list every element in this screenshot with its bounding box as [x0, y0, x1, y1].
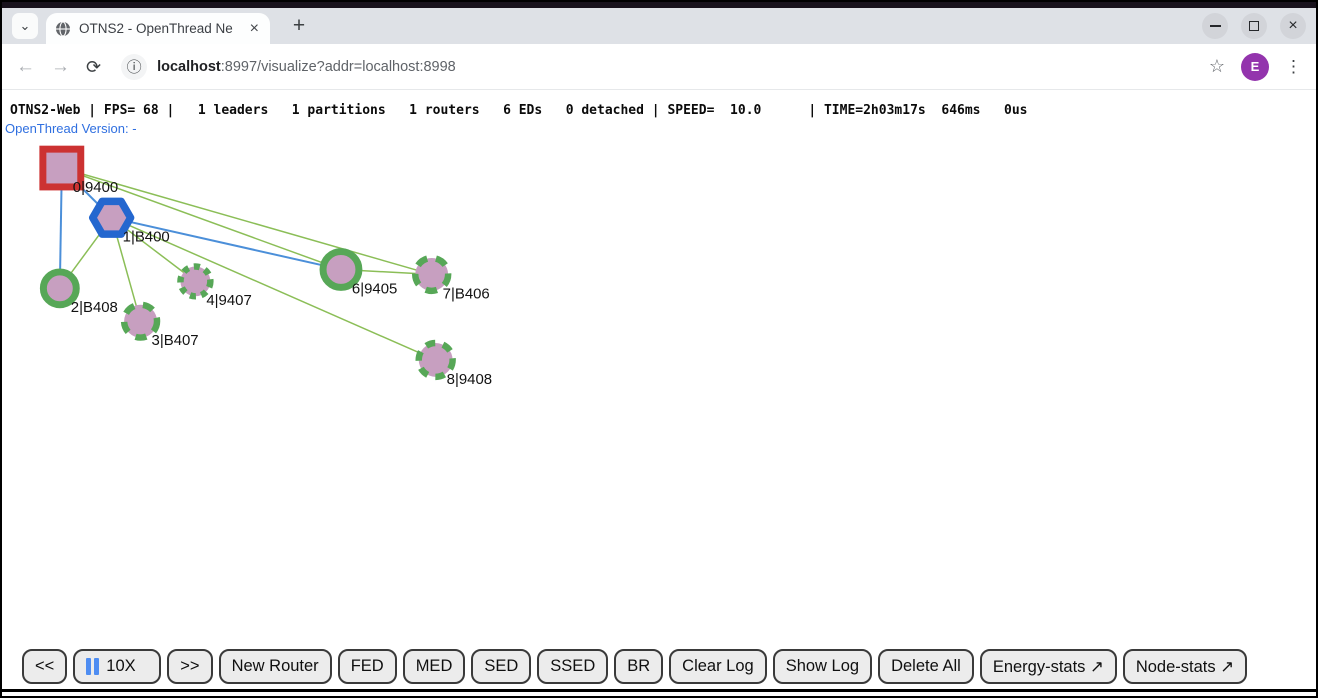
toolbar-button-label: Energy-stats ↗: [993, 657, 1104, 677]
simulation-status-line: OTNS2-Web | FPS= 68 | 1 leaders 1 partit…: [2, 90, 1316, 119]
close-window-button[interactable]: ×: [1280, 13, 1306, 39]
browser-window: ⌄ OTNS2 - OpenThread Ne × + × ← → ⟳ ⓘ lo…: [0, 0, 1318, 698]
profile-avatar[interactable]: E: [1241, 53, 1269, 81]
forward-button[interactable]: →: [51, 57, 70, 76]
bookmark-star-icon[interactable]: ☆: [1209, 56, 1225, 77]
clear-log-button[interactable]: Clear Log: [669, 649, 767, 684]
bottom-divider: [2, 689, 1316, 692]
toolbar-button-label: <<: [35, 657, 54, 676]
node-4[interactable]: [180, 266, 210, 296]
node-7[interactable]: [415, 258, 448, 291]
reload-button[interactable]: ⟳: [86, 58, 101, 76]
url-text[interactable]: localhost:8997/visualize?addr=localhost:…: [157, 59, 456, 75]
globe-icon: [55, 21, 71, 37]
node-3[interactable]: [124, 305, 157, 338]
energy-stats-button[interactable]: Energy-stats ↗: [980, 649, 1117, 684]
openthread-version-link[interactable]: OpenThread Version: -: [2, 119, 137, 136]
toolbar-button-label: Node-stats ↗: [1136, 657, 1234, 677]
speed-button[interactable]: 10X: [73, 649, 161, 684]
browser-menu-icon[interactable]: ⋮: [1285, 57, 1302, 77]
page-content: OTNS2-Web | FPS= 68 | 1 leaders 1 partit…: [2, 90, 1316, 697]
pause-icon: [86, 658, 99, 675]
show-log-button[interactable]: Show Log: [773, 649, 872, 684]
new-router-button[interactable]: New Router: [219, 649, 332, 684]
url-host: localhost: [157, 59, 221, 75]
br-button[interactable]: BR: [614, 649, 663, 684]
chevron-down-icon: ⌄: [20, 18, 31, 34]
url-path: :8997/visualize?addr=localhost:8998: [221, 59, 456, 75]
toolbar-button-label: >>: [180, 657, 199, 676]
node-0[interactable]: [43, 149, 81, 187]
sed-button[interactable]: SED: [471, 649, 531, 684]
toolbar-button-label: Delete All: [891, 657, 961, 676]
address-bar[interactable]: ⓘ localhost:8997/visualize?addr=localhos…: [117, 54, 1193, 80]
toolbar-button-label: Clear Log: [682, 657, 754, 676]
tab-search-button[interactable]: ⌄: [12, 13, 38, 39]
tab-otns2[interactable]: OTNS2 - OpenThread Ne ×: [46, 13, 270, 44]
new-tab-button[interactable]: +: [286, 13, 312, 39]
delete-all-button[interactable]: Delete All: [878, 649, 974, 684]
site-info-icon[interactable]: ⓘ: [121, 54, 147, 80]
tab-close-icon[interactable]: ×: [248, 21, 261, 37]
step-forward-button[interactable]: >>: [167, 649, 212, 684]
toolbar-button-label: MED: [416, 657, 453, 676]
toolbar-button-label: SED: [484, 657, 518, 676]
maximize-icon: [1249, 21, 1259, 31]
step-back-button[interactable]: <<: [22, 649, 67, 684]
node-8[interactable]: [419, 343, 453, 377]
toolbar-button-label: FED: [351, 657, 384, 676]
tab-title: OTNS2 - OpenThread Ne: [79, 21, 240, 36]
back-button[interactable]: ←: [16, 57, 35, 76]
browser-toolbar: ← → ⟳ ⓘ localhost:8997/visualize?addr=lo…: [2, 44, 1316, 90]
fed-button[interactable]: FED: [338, 649, 397, 684]
node-6[interactable]: [323, 252, 359, 288]
node-1[interactable]: [93, 201, 131, 234]
toolbar-button-label: New Router: [232, 657, 319, 676]
maximize-button[interactable]: [1241, 13, 1267, 39]
toolbar-button-label: Show Log: [786, 657, 859, 676]
window-controls: ×: [1202, 13, 1306, 39]
tab-strip: ⌄ OTNS2 - OpenThread Ne × + ×: [2, 8, 1316, 44]
ssed-button[interactable]: SSED: [537, 649, 608, 684]
minimize-icon: [1210, 25, 1221, 27]
minimize-button[interactable]: [1202, 13, 1228, 39]
bottom-toolbar: << 10X >> New Router FED MED SED SSED BR Clear Lo…: [22, 649, 1247, 684]
med-button[interactable]: MED: [403, 649, 466, 684]
toolbar-button-label: 10X: [106, 657, 135, 676]
node-2[interactable]: [43, 272, 76, 305]
close-icon: ×: [1288, 17, 1297, 35]
toolbar-button-label: SSED: [550, 657, 595, 676]
node-stats-button[interactable]: Node-stats ↗: [1123, 649, 1247, 684]
toolbar-button-label: BR: [627, 657, 650, 676]
